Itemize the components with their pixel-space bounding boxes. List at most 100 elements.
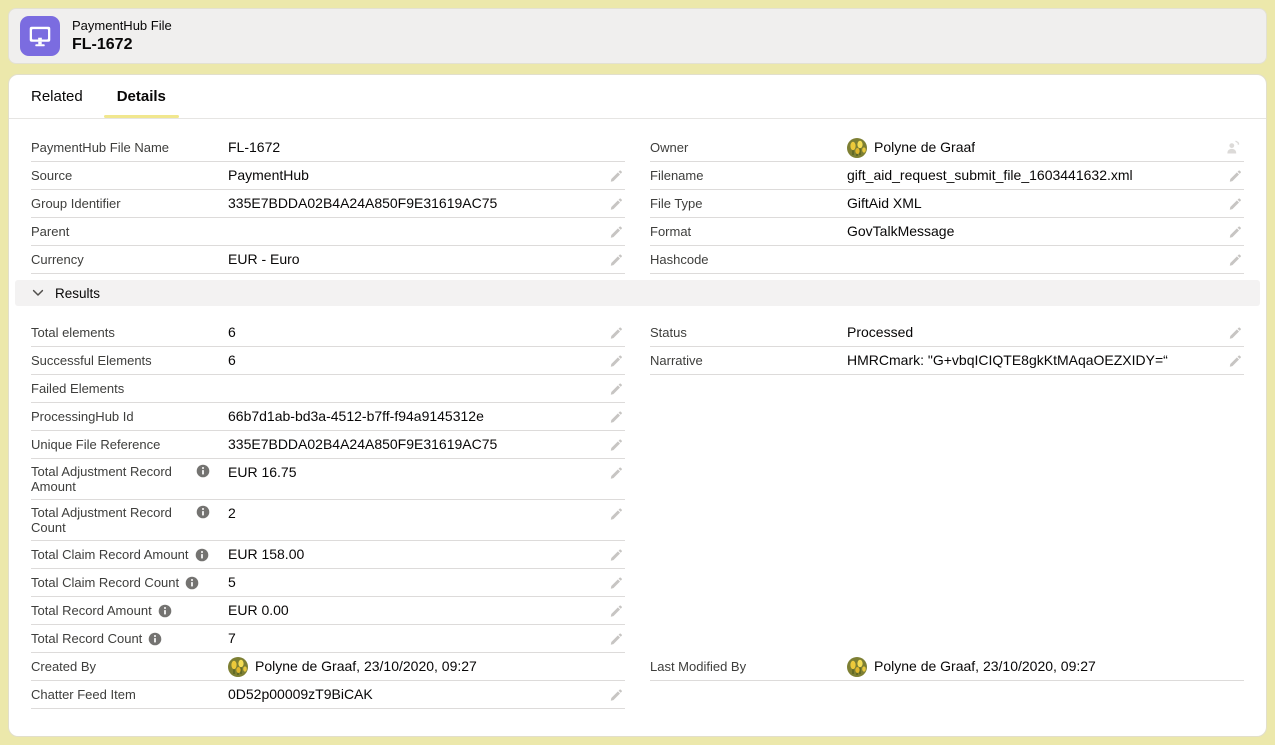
field-controls: [599, 630, 625, 648]
edit-total-claim-record-amount-button[interactable]: [607, 546, 625, 564]
field-value: 6: [228, 324, 599, 341]
field-label: Chatter Feed Item: [31, 687, 228, 702]
edit-successful-elements-button[interactable]: [607, 352, 625, 370]
field-label: Status: [650, 325, 847, 340]
field-value-text: FL-1672: [228, 139, 280, 156]
edit-processinghub-id-button[interactable]: [607, 408, 625, 426]
edit-unique-file-reference-button[interactable]: [607, 436, 625, 454]
field-label: Hashcode: [650, 252, 847, 267]
edit-total-record-count-button[interactable]: [607, 630, 625, 648]
field-value: Polyne de Graaf, 23/10/2020, 09:27: [847, 657, 1218, 677]
edit-group-identifier-button[interactable]: [607, 195, 625, 213]
field-controls: [599, 251, 625, 269]
field-value: EUR 0.00: [228, 602, 599, 619]
field-label-text: Total Record Count: [31, 631, 142, 646]
field-value: GiftAid XML: [847, 195, 1218, 212]
field-row-total-record-amount: Total Record Amount EUR 0.00: [31, 597, 625, 625]
field-row-total-adjustment-record-count: Total Adjustment Record Count2: [31, 500, 625, 541]
info-icon[interactable]: [148, 632, 162, 646]
details-panel-top: PaymentHub File NameFL-1672SourcePayment…: [9, 119, 1266, 274]
field-label: Narrative: [650, 353, 847, 368]
field-value-text: HMRCmark: "G+vbqICIQTE8gkKtMAqaOEZXIDY=“: [847, 352, 1168, 369]
edit-chatter-feed-item-button[interactable]: [607, 686, 625, 704]
edit-total-claim-record-count-button[interactable]: [607, 574, 625, 592]
field-label: ProcessingHub Id: [31, 409, 228, 424]
field-value: 335E7BDDA02B4A24A850F9E31619AC75: [228, 195, 599, 212]
field-label-text: Total Record Amount: [31, 603, 152, 618]
field-label: Total Record Count: [31, 631, 228, 646]
edit-parent-button[interactable]: [607, 223, 625, 241]
field-label: Format: [650, 224, 847, 239]
field-label-text: Total Claim Record Amount: [31, 547, 189, 562]
field-label-text: Last Modified By: [650, 659, 746, 674]
field-value: FL-1672: [228, 139, 599, 156]
edit-total-elements-button[interactable]: [607, 324, 625, 342]
tab-details-label: Details: [117, 88, 166, 105]
edit-currency-button[interactable]: [607, 251, 625, 269]
field-column-left: Total elements 6 Successful Elements6 Faile…: [31, 319, 625, 709]
field-label: Created By: [31, 659, 228, 674]
field-controls: [1218, 137, 1244, 158]
info-icon[interactable]: [196, 464, 210, 478]
field-value: Polyne de Graaf, 23/10/2020, 09:27: [228, 657, 599, 677]
results-section-header[interactable]: Results: [15, 280, 1260, 306]
field-label: Currency: [31, 252, 228, 267]
field-value-text: 335E7BDDA02B4A24A850F9E31619AC75: [228, 195, 497, 212]
edit-hashcode-button[interactable]: [1226, 251, 1244, 269]
field-row-narrative: Narrative HMRCmark: "G+vbqICIQTE8gkKtMAqa…: [650, 347, 1244, 375]
record-name: FL-1672: [72, 35, 172, 54]
edit-total-record-amount-button[interactable]: [607, 602, 625, 620]
field-label: Failed Elements: [31, 381, 228, 396]
field-label-text: Chatter Feed Item: [31, 687, 136, 702]
avatar: [228, 657, 248, 677]
field-column-right: OwnerPolyne de GraafFilenamegift_aid_req…: [650, 134, 1244, 274]
info-icon[interactable]: [195, 548, 209, 562]
field-row-paymenthub-file-name: PaymentHub File NameFL-1672: [31, 134, 625, 162]
field-value-text: 7: [228, 630, 236, 647]
field-label: Total Claim Record Count: [31, 575, 228, 590]
field-label-text: Hashcode: [650, 252, 709, 267]
field-label-text: Group Identifier: [31, 196, 121, 211]
field-value: 66b7d1ab-bd3a-4512-b7ff-f94a9145312e: [228, 408, 599, 425]
edit-status-button[interactable]: [1226, 324, 1244, 342]
tab-details[interactable]: Details: [103, 75, 180, 118]
field-controls: [599, 602, 625, 620]
field-value-text: gift_aid_request_submit_file_1603441632.…: [847, 167, 1133, 184]
field-value: Processed: [847, 324, 1218, 341]
field-value-text[interactable]: Polyne de Graaf: [874, 139, 975, 156]
field-row-successful-elements: Successful Elements6: [31, 347, 625, 375]
info-icon[interactable]: [185, 576, 199, 590]
edit-total-adjustment-record-count-button[interactable]: [607, 505, 625, 523]
field-label: PaymentHub File Name: [31, 140, 228, 155]
field-label: File Type: [650, 196, 847, 211]
field-row-chatter-feed-item: Chatter Feed Item0D52p00009zT9BiCAK: [31, 681, 625, 709]
chevron-down-icon[interactable]: [31, 286, 45, 300]
edit-format-button[interactable]: [1226, 223, 1244, 241]
field-label-text: Total elements: [31, 325, 115, 340]
info-icon[interactable]: [196, 505, 210, 519]
field-value-text[interactable]: Polyne de Graaf, 23/10/2020, 09:27: [874, 658, 1096, 675]
tab-related[interactable]: Related: [17, 75, 97, 118]
edit-total-adjustment-record-amount-button[interactable]: [607, 464, 625, 482]
change-owner-icon[interactable]: [1223, 137, 1244, 158]
field-row-parent: Parent: [31, 218, 625, 246]
field-controls: [599, 408, 625, 426]
edit-failed-elements-button[interactable]: [607, 380, 625, 398]
info-icon[interactable]: [158, 604, 172, 618]
field-label-text: Narrative: [650, 353, 703, 368]
edit-file-type-button[interactable]: [1226, 195, 1244, 213]
field-row-processinghub-id: ProcessingHub Id 66b7d1ab-bd3a-4512-b7ff-…: [31, 403, 625, 431]
edit-narrative-button[interactable]: [1226, 352, 1244, 370]
field-row-hashcode: Hashcode: [650, 246, 1244, 274]
edit-filename-button[interactable]: [1226, 167, 1244, 185]
record-header-text: PaymentHub File FL-1672: [72, 18, 172, 54]
field-value: 2: [228, 505, 599, 522]
field-controls: [599, 324, 625, 342]
field-controls: [1218, 251, 1244, 269]
field-value-text: 6: [228, 324, 236, 341]
field-value-text[interactable]: Polyne de Graaf, 23/10/2020, 09:27: [255, 658, 477, 675]
field-label-text: Total Claim Record Count: [31, 575, 179, 590]
field-label-text: ProcessingHub Id: [31, 409, 134, 424]
field-row-total-adjustment-record-amount: Total Adjustment Record AmountEUR 16.75: [31, 459, 625, 500]
edit-source-button[interactable]: [607, 167, 625, 185]
